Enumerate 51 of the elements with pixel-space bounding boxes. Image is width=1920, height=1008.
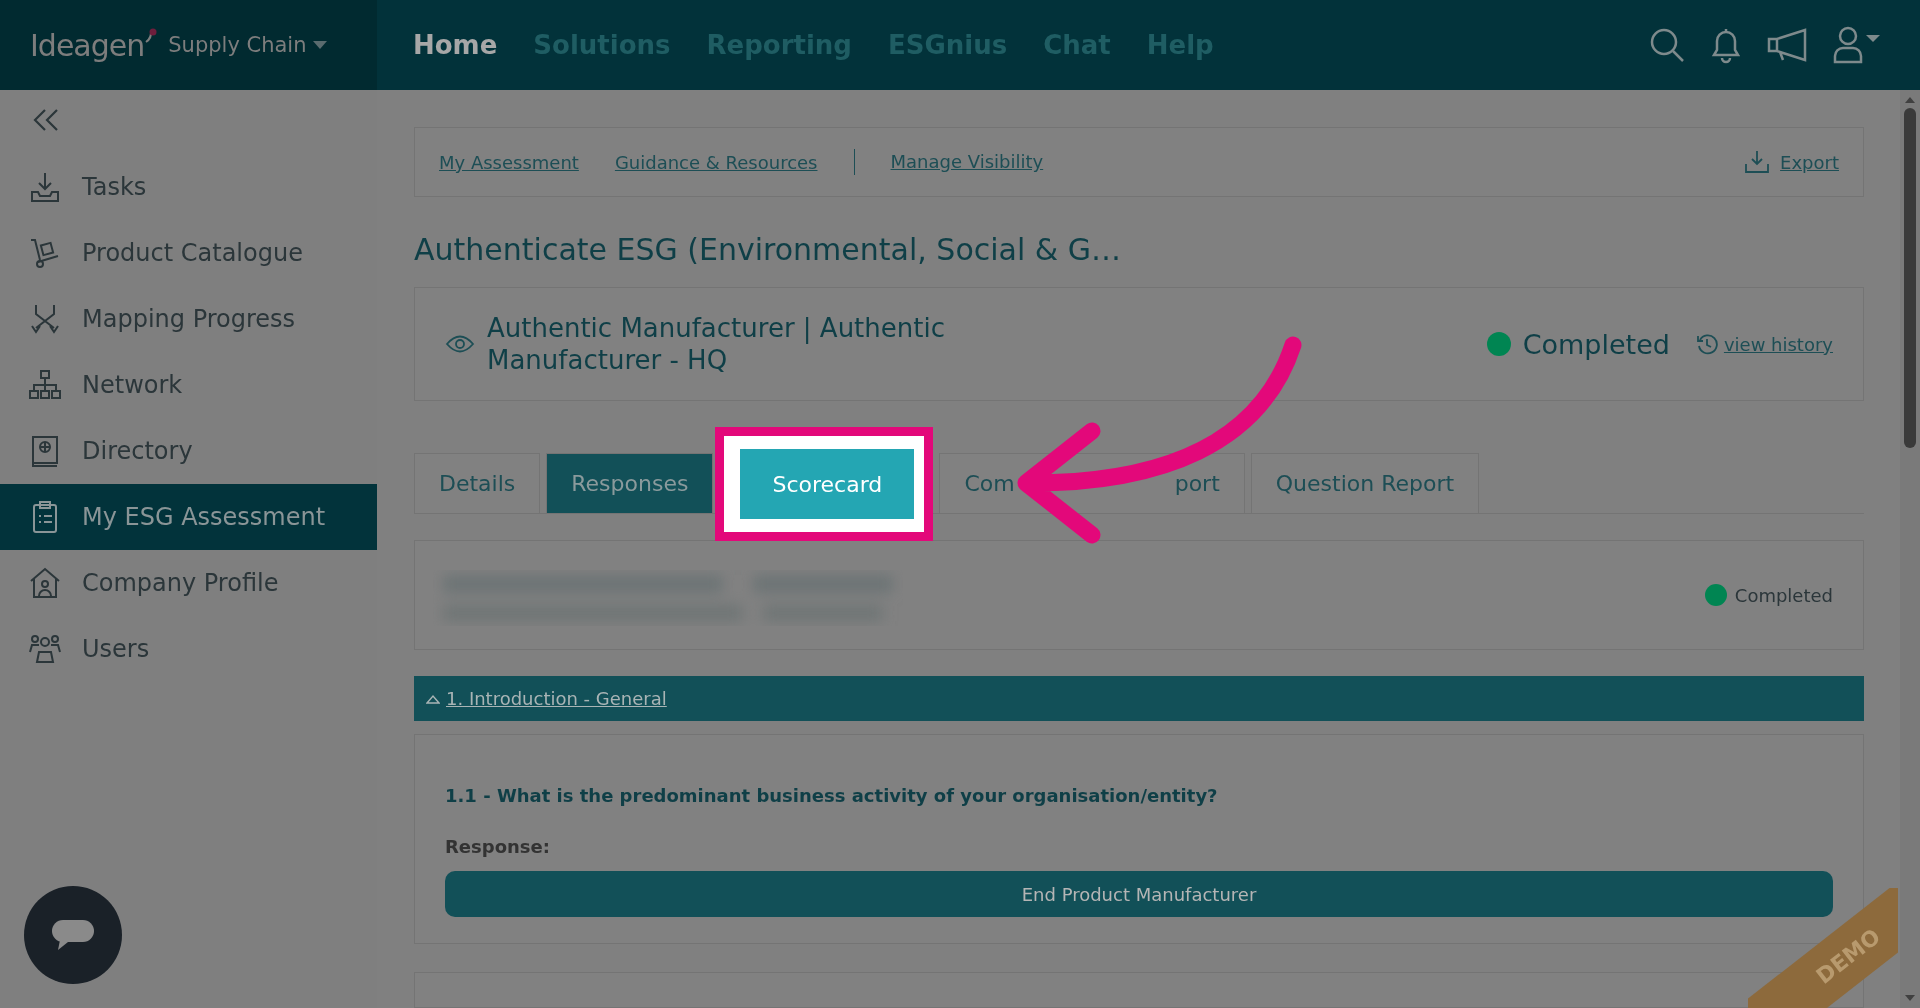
sidebar-item[interactable]: Directory — [0, 418, 377, 484]
export-link[interactable]: Export — [1744, 150, 1839, 175]
collapse-icon[interactable] — [33, 108, 59, 132]
sidebar-item[interactable]: Users — [0, 616, 377, 682]
house-person-icon — [28, 566, 62, 600]
sidebar-item[interactable]: Network — [0, 352, 377, 418]
scroll-down-icon[interactable] — [1904, 994, 1916, 1002]
history-icon — [1695, 333, 1718, 356]
sidebar-item[interactable]: Tasks — [0, 154, 377, 220]
status-text: Completed — [1522, 328, 1670, 360]
hierarchy-icon — [28, 368, 62, 402]
section-header[interactable]: 1. Introduction - General — [414, 676, 1864, 722]
response-label: Response: — [445, 836, 551, 858]
subnav-link[interactable]: Manage Visibility — [853, 149, 1044, 176]
status-text: Completed — [1734, 584, 1833, 606]
search-icon[interactable] — [1648, 26, 1686, 64]
logo-mark-icon — [144, 28, 159, 44]
status-dot — [1486, 332, 1511, 357]
tab-label: Com — [964, 471, 1015, 497]
download-icon — [1744, 150, 1771, 175]
sidebar-item[interactable]: Mapping Progress — [0, 286, 377, 352]
subnav-link[interactable]: Guidance & Resources — [614, 151, 818, 173]
tab[interactable]: Details — [414, 453, 541, 514]
question-text: 1.1 - What is the predominant business activity of your organisation/entity? — [445, 785, 1219, 807]
logo: Ideagen — [30, 27, 145, 63]
page-title: Authenticate ESG (Environmental, Social & G… — [414, 232, 1122, 268]
section-title-link[interactable]: 1. Introduction - General — [446, 688, 667, 710]
tab[interactable]: Responses — [546, 453, 714, 514]
sidebar-item[interactable]: Product Catalogue — [0, 220, 377, 286]
view-history-link[interactable]: view history — [1695, 333, 1833, 356]
scrollbar[interactable] — [1900, 90, 1920, 1008]
status-dot — [1704, 584, 1727, 607]
tray-download-icon — [28, 170, 62, 204]
nav-link[interactable]: Home — [413, 30, 498, 60]
chat-bubble-icon — [50, 918, 96, 952]
scroll-thumb[interactable] — [1904, 108, 1916, 448]
product-switcher[interactable]: Supply Chain — [168, 33, 307, 57]
caret-icon — [426, 693, 440, 704]
user-menu-icon[interactable] — [1832, 25, 1882, 65]
sidebar-item[interactable]: My ESG Assessment — [0, 484, 377, 550]
organisation-name: Authentic Manufacturer | Authentic Manufacturer - HQ — [487, 312, 946, 377]
sidebar-item[interactable]: Company Profile — [0, 550, 377, 616]
tab[interactable]: Scorecard — [724, 436, 925, 533]
crossing-arrows-icon — [28, 302, 62, 336]
people-icon — [28, 632, 62, 666]
tab[interactable]: Question Report — [1250, 453, 1480, 514]
scroll-up-icon[interactable] — [1904, 96, 1916, 104]
subnav-link[interactable]: My Assessment — [439, 151, 579, 173]
answer-button[interactable]: End Product Manufacturer — [445, 871, 1833, 918]
tab-label: port — [1174, 471, 1220, 497]
caret-icon[interactable] — [312, 40, 329, 50]
